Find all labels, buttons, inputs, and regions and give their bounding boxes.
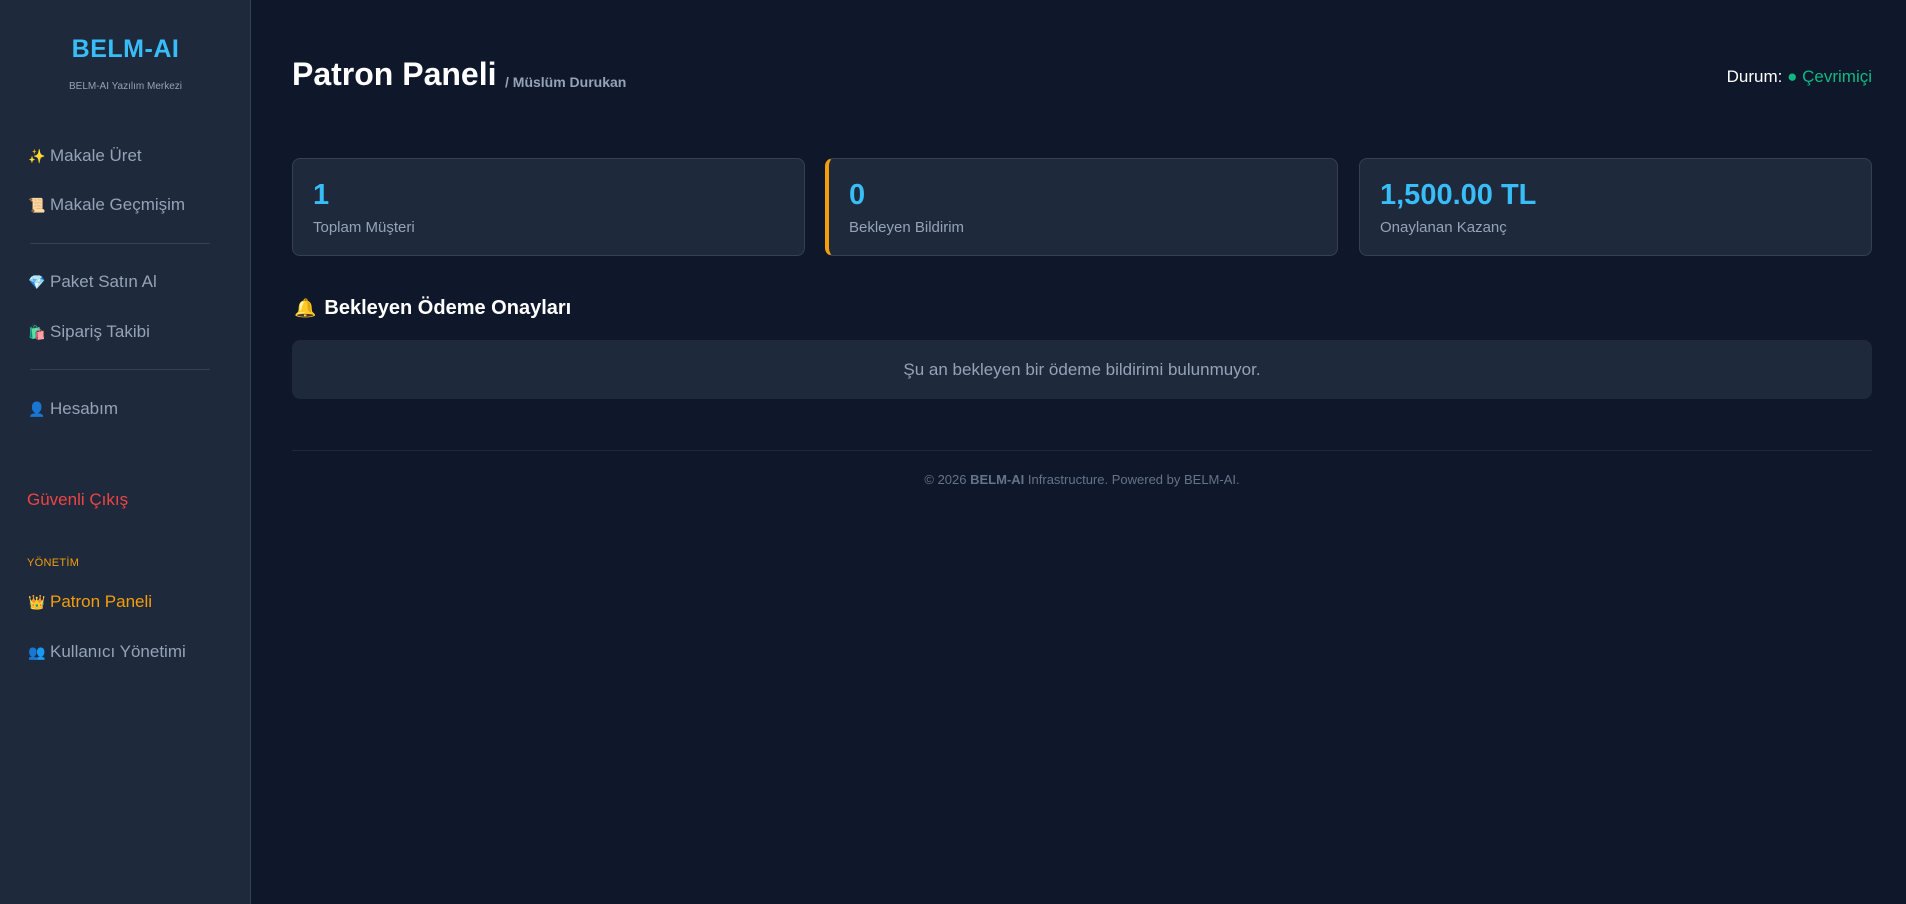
- brand-logo: BELM-AI: [71, 35, 180, 63]
- stat-value: 1: [313, 179, 330, 211]
- status-indicator: Durum: ● Çevrimiçi: [1727, 67, 1872, 87]
- footer-prefix: © 2026: [924, 472, 971, 487]
- sidebar-item-paket-satin-al[interactable]: 💎 Paket Satın Al: [28, 268, 157, 296]
- user-icon: 👤: [28, 400, 46, 417]
- status-dot-icon: ●: [1787, 67, 1798, 86]
- footer-divider: [292, 450, 1872, 451]
- stat-label: Toplam Müşteri: [313, 219, 415, 236]
- stat-label: Onaylanan Kazanç: [1380, 219, 1507, 236]
- sidebar-item-label: Sipariş Takibi: [50, 322, 150, 341]
- sidebar-item-label: Paket Satın Al: [50, 272, 157, 291]
- bell-icon: 🔔: [294, 298, 317, 318]
- sidebar-item-patron-paneli[interactable]: 👑 Patron Paneli: [28, 588, 152, 616]
- sparkles-icon: ✨: [28, 147, 46, 164]
- page-title: Patron Paneli: [292, 56, 497, 92]
- sidebar-divider: [30, 243, 210, 244]
- scroll-icon: 📜: [28, 196, 46, 213]
- sidebar-item-label: Hesabım: [50, 399, 119, 418]
- sidebar-item-label: Makale Geçmişim: [50, 195, 186, 214]
- admin-section-label: YÖNETİM: [27, 557, 80, 569]
- stat-card-total-customers: 1 Toplam Müşteri: [292, 158, 805, 256]
- stat-card-pending-notifications: 0 Bekleyen Bildirim: [825, 158, 1338, 256]
- sidebar-item-kullanici-yonetimi[interactable]: 👥 Kullanıcı Yönetimi: [28, 638, 186, 666]
- status-value: Çevrimiçi: [1802, 67, 1872, 86]
- users-icon: 👥: [28, 643, 46, 660]
- logout-link[interactable]: Güvenli Çıkış: [27, 490, 128, 510]
- page-subtitle: / Müslüm Durukan: [505, 74, 627, 90]
- sidebar-item-label: Patron Paneli: [50, 592, 153, 611]
- sidebar-divider: [30, 369, 210, 370]
- footer: © 2026 BELM-AI Infrastructure. Powered b…: [292, 472, 1872, 487]
- shopping-bag-icon: 🛍️: [28, 323, 46, 340]
- footer-brand: BELM-AI: [970, 472, 1025, 487]
- pending-payments-title: Bekleyen Ödeme Onayları: [324, 297, 572, 319]
- sidebar-item-label: Makale Üret: [50, 146, 142, 165]
- sidebar-item-makale-gecmisim[interactable]: 📜 Makale Geçmişim: [28, 191, 185, 219]
- sidebar-item-label: Kullanıcı Yönetimi: [50, 642, 186, 661]
- footer-suffix: Infrastructure. Powered by BELM-AI.: [1024, 472, 1240, 487]
- stat-value: 1,500.00 TL: [1380, 179, 1537, 211]
- sidebar-item-hesabim[interactable]: 👤 Hesabım: [28, 395, 118, 423]
- sidebar-item-makale-uret[interactable]: ✨ Makale Üret: [28, 142, 142, 170]
- status-label: Durum:: [1726, 67, 1783, 86]
- stat-label: Bekleyen Bildirim: [849, 219, 965, 236]
- pending-payments-empty-state: Şu an bekleyen bir ödeme bildirimi bulun…: [292, 340, 1872, 399]
- pending-payments-heading: 🔔 Bekleyen Ödeme Onayları: [294, 297, 571, 320]
- brand-subtitle: BELM-AI Yazılım Merkezi: [69, 81, 182, 92]
- sidebar: BELM-AI BELM-AI Yazılım Merkezi ✨ Makale…: [0, 0, 251, 904]
- sidebar-item-siparis-takibi[interactable]: 🛍️ Sipariş Takibi: [28, 318, 150, 346]
- gem-icon: 💎: [28, 273, 46, 290]
- crown-icon: 👑: [28, 593, 46, 610]
- stat-card-approved-earnings: 1,500.00 TL Onaylanan Kazanç: [1359, 158, 1872, 256]
- stat-value: 0: [849, 179, 866, 211]
